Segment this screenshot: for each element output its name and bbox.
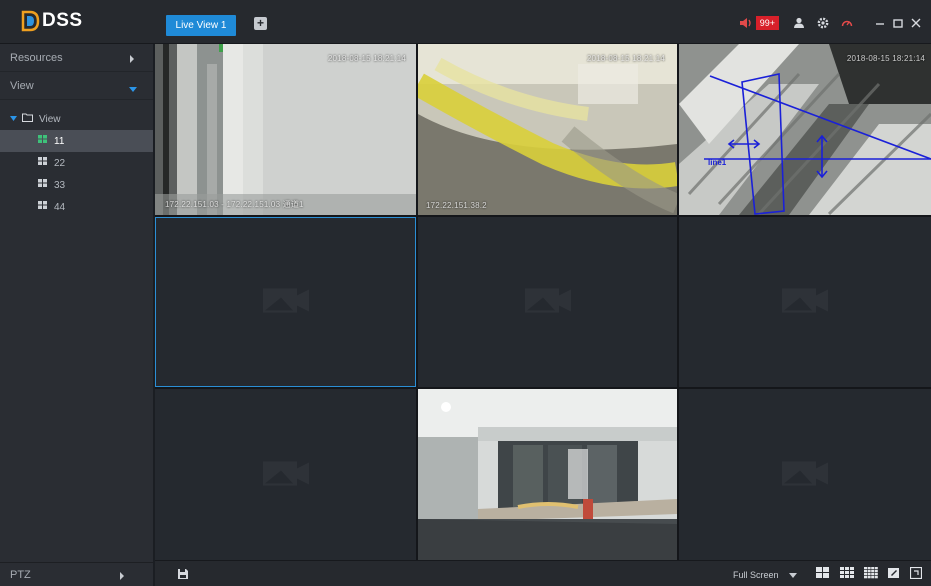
video-window-1[interactable]: 2018-08-15 18:21:14 172.22.151.03 - 172.… <box>155 44 416 215</box>
fullscreen-select[interactable]: Full Screen <box>733 566 805 583</box>
layout-4x4-icon[interactable] <box>864 566 878 582</box>
video-grid: 2018-08-15 18:21:14 172.22.151.03 - 172.… <box>155 44 931 560</box>
alarm-count-badge[interactable]: 99+ <box>755 16 779 30</box>
chevron-down-icon <box>129 84 137 96</box>
maximize-icon[interactable] <box>893 14 903 32</box>
video-timestamp: 2018-08-15 18:21:14 <box>327 54 406 63</box>
fullscreen-select-label: Full Screen <box>733 569 779 580</box>
tree-root-label: View <box>39 113 61 125</box>
chevron-right-icon <box>129 54 135 66</box>
camera-placeholder-icon <box>782 286 828 319</box>
tree-item-label: 44 <box>54 201 66 213</box>
performance-icon[interactable] <box>841 14 853 32</box>
user-icon[interactable] <box>793 14 805 32</box>
video-timestamp: 2018-08-15 18:21:14 <box>586 54 665 63</box>
title-toolbar: 99+ <box>739 14 921 32</box>
video-frame <box>418 44 677 215</box>
layout-buttons <box>816 566 923 582</box>
title-bar: DSS Live View 1 + 99+ <box>0 0 931 44</box>
video-window-9[interactable] <box>679 389 931 560</box>
ptz-label: PTZ <box>10 568 31 581</box>
video-window-6[interactable] <box>679 217 931 387</box>
grid-2x2-icon <box>38 201 48 213</box>
video-window-4[interactable] <box>155 217 416 387</box>
close-icon[interactable] <box>911 14 921 32</box>
video-frame <box>418 389 677 560</box>
tree-item-view-44[interactable]: 44 <box>0 196 153 218</box>
minimize-icon[interactable] <box>875 14 885 32</box>
chevron-right-icon <box>119 571 125 583</box>
video-window-5[interactable] <box>418 217 677 387</box>
dss-logo-icon <box>20 10 40 32</box>
tree-expand-icon[interactable] <box>10 114 17 125</box>
tree-item-label: 11 <box>54 135 65 147</box>
resources-label: Resources <box>10 51 63 64</box>
camera-placeholder-icon <box>782 458 828 491</box>
add-tab-button[interactable]: + <box>254 17 267 30</box>
tree-root-view[interactable]: View <box>0 108 153 130</box>
video-window-8[interactable] <box>418 389 677 560</box>
video-frame <box>155 44 416 215</box>
view-label: View <box>10 79 34 92</box>
volume-icon[interactable] <box>739 14 753 32</box>
layout-2x2-icon[interactable] <box>816 566 830 582</box>
chevron-down-icon <box>788 570 797 580</box>
video-channel-label: 172.22.151.03 - 172.22.151.03 通道1 <box>165 200 304 209</box>
ivs-rule-label: line1 <box>708 158 727 167</box>
edit-layout-icon[interactable] <box>888 567 900 582</box>
tree-item-view-33[interactable]: 33 <box>0 174 153 196</box>
folder-icon <box>22 113 33 125</box>
grid-2x2-icon <box>38 179 48 191</box>
sidebar: Resources View View 11 22 33 44 PTZ <box>0 44 153 586</box>
grid-2x2-icon <box>38 135 48 147</box>
video-window-7[interactable] <box>155 389 416 560</box>
video-window-2[interactable]: 2018-08-15 18:21:14 172.22.151.38.2 <box>418 44 677 215</box>
app-logo: DSS <box>20 8 83 34</box>
layout-3x3-icon[interactable] <box>840 566 854 582</box>
tree-item-label: 33 <box>54 179 66 191</box>
fullscreen-icon[interactable] <box>909 566 923 582</box>
camera-placeholder-icon <box>262 458 309 491</box>
video-frame: line1 <box>679 44 931 215</box>
camera-placeholder-icon <box>262 286 309 319</box>
save-icon[interactable] <box>177 568 189 583</box>
video-timestamp: 2018-08-15 18:21:14 <box>846 54 925 63</box>
grid-2x2-icon <box>38 157 48 169</box>
video-window-3[interactable]: line1 2018-08-15 18:21:14 <box>679 44 931 215</box>
video-channel-label: 172.22.151.38.2 <box>426 201 487 210</box>
tree-item-view-22[interactable]: 22 <box>0 152 153 174</box>
tree-item-label: 22 <box>54 157 66 169</box>
resources-panel-header[interactable]: Resources <box>0 44 153 72</box>
settings-icon[interactable] <box>817 14 829 32</box>
tab-live-view-1[interactable]: Live View 1 <box>166 15 236 36</box>
camera-placeholder-icon <box>524 286 571 319</box>
app-name: DSS <box>42 10 83 31</box>
ptz-panel-header[interactable]: PTZ <box>0 562 153 586</box>
view-panel-header[interactable]: View <box>0 72 153 100</box>
tree-item-view-11[interactable]: 11 <box>0 130 153 152</box>
bottom-toolbar: Full Screen <box>155 560 931 586</box>
